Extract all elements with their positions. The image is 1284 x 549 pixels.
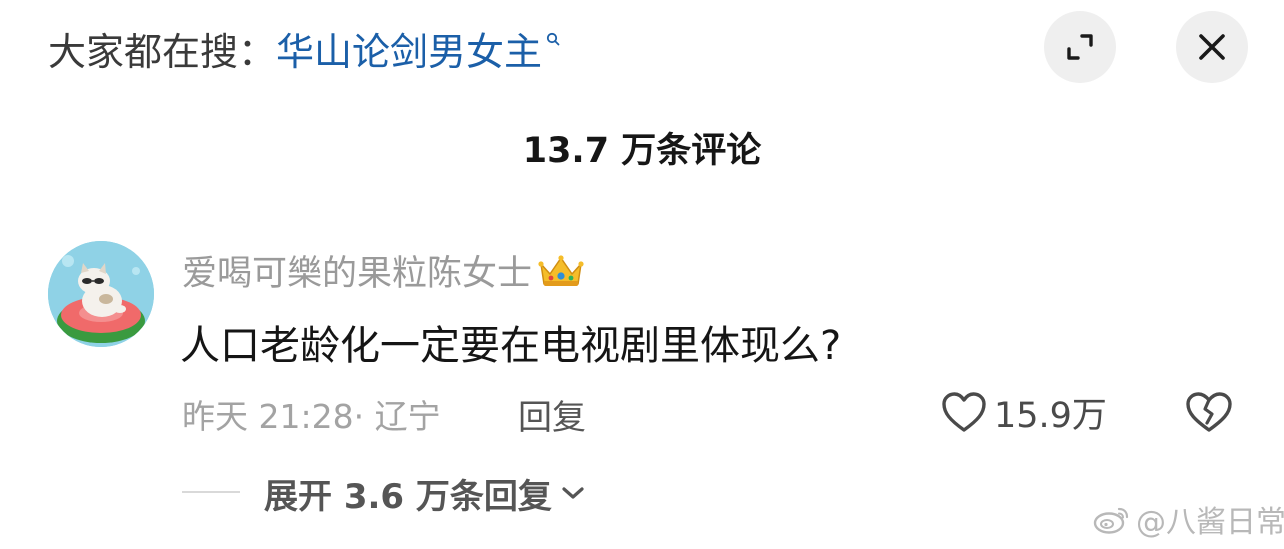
username[interactable]: 爱喝可樂的果粒陈女士	[182, 245, 532, 296]
reply-button[interactable]: 回复	[518, 390, 586, 439]
comment-count-title: 13.7 万条评论	[522, 131, 762, 171]
trending-search-term[interactable]: 华山论剑男女主	[276, 21, 542, 76]
comment-time-location: 昨天 21:28· 辽宁	[182, 397, 441, 436]
divider	[182, 491, 240, 493]
like-button[interactable]: 15.9万	[940, 386, 1107, 438]
like-count: 15.9万	[994, 395, 1107, 436]
dislike-button[interactable]	[1183, 388, 1235, 436]
expand-replies-label: 展开 3.6 万条回复	[264, 476, 552, 517]
cat-on-float-avatar-icon	[48, 241, 154, 347]
comment-text: 人口老龄化一定要在电视剧里体现么?	[180, 323, 842, 369]
watermark-text: @八酱日常	[1136, 505, 1284, 540]
comment-user[interactable]: 爱喝可樂的果粒陈女士	[182, 244, 586, 296]
heart-outline-icon	[942, 392, 986, 432]
chevron-down-icon	[562, 487, 584, 499]
crown-icon	[538, 255, 584, 286]
expand-icon	[1067, 34, 1093, 60]
watermark: @八酱日常	[1092, 498, 1284, 540]
avatar[interactable]	[48, 241, 154, 347]
expand-button[interactable]	[1044, 11, 1116, 83]
trending-search-link[interactable]: 大家都在搜： 华山论剑男女主	[48, 22, 560, 74]
trending-search-prefix: 大家都在搜：	[48, 29, 277, 74]
expand-replies-button[interactable]: 展开 3.6 万条回复	[264, 468, 586, 518]
close-button[interactable]	[1176, 11, 1248, 83]
broken-heart-icon	[1186, 392, 1232, 432]
search-icon	[546, 32, 560, 46]
weibo-logo-icon	[1093, 507, 1129, 534]
close-icon	[1199, 34, 1225, 60]
